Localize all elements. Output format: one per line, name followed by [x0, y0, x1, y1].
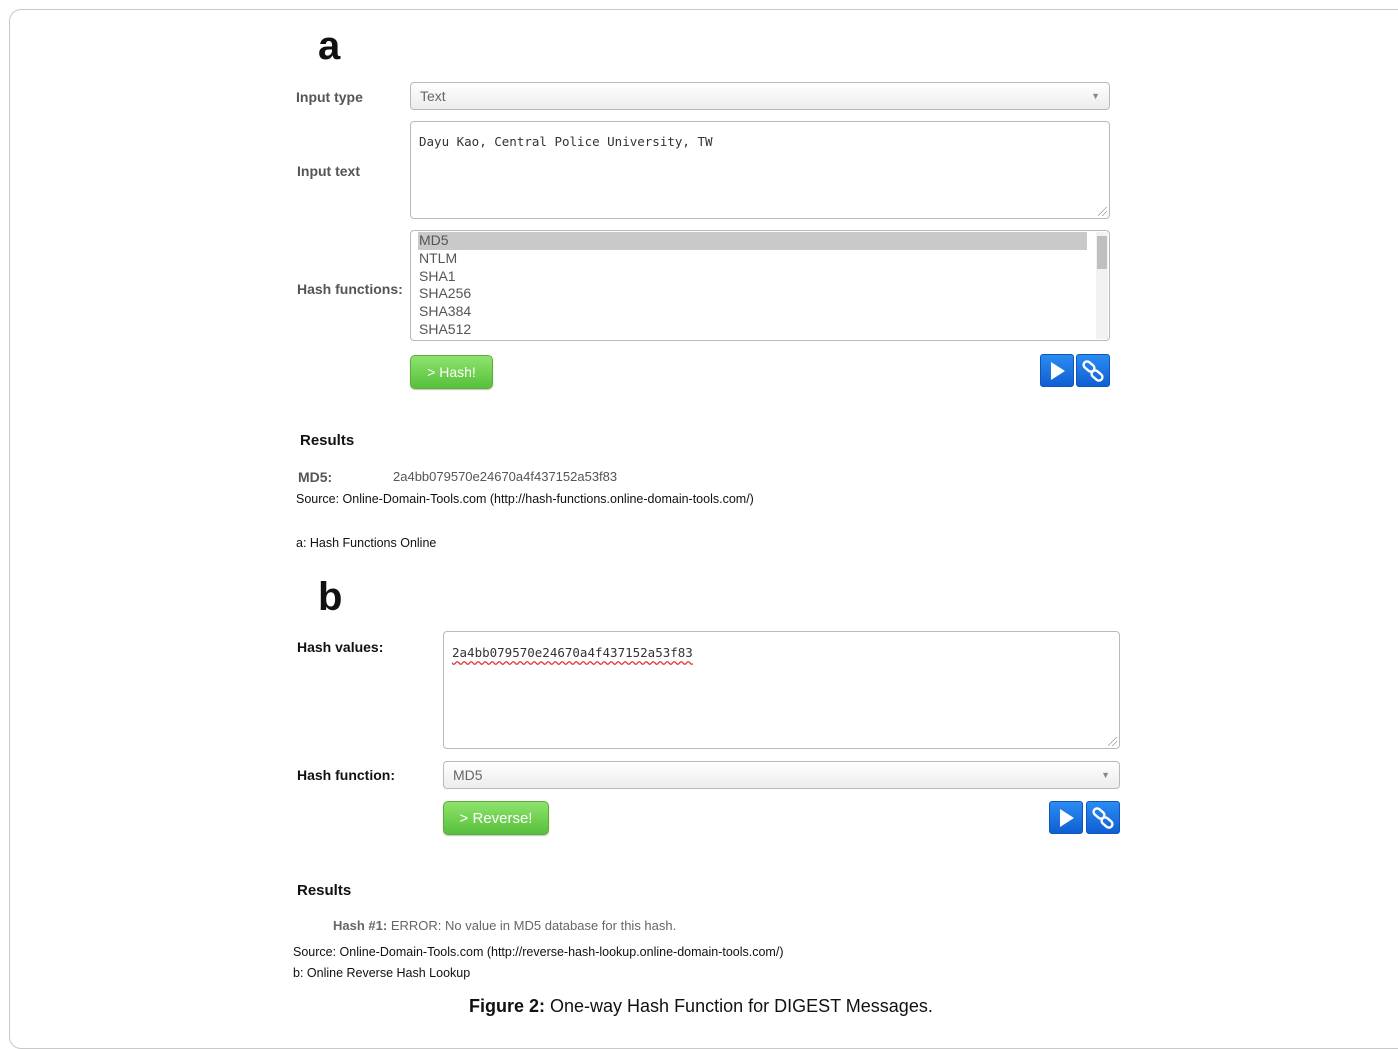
panel-b-letter: b: [318, 575, 343, 619]
hash-option-sha256[interactable]: SHA256: [418, 285, 1087, 303]
chevron-down-icon: ▼: [1101, 770, 1110, 780]
panel-a-letter: a: [318, 24, 341, 68]
caption-a: a: Hash Functions Online: [296, 536, 437, 550]
hash-button[interactable]: > Hash!: [410, 355, 493, 389]
hash-values-field[interactable]: 2a4bb079570e24670a4f437152a53f83: [443, 631, 1120, 749]
reverse-result-value: ERROR: No value in MD5 database for this…: [390, 918, 677, 933]
resize-handle-icon[interactable]: [1108, 737, 1117, 746]
hash-option-sha384[interactable]: SHA384: [418, 303, 1087, 321]
hash-function-label: Hash function:: [297, 767, 395, 783]
results-heading-a: Results: [300, 432, 355, 449]
hash-functions-listbox[interactable]: MD5 NTLM SHA1 SHA256 SHA384 SHA512: [410, 230, 1110, 341]
input-text-label: Input text: [297, 163, 360, 179]
input-type-label: Input type: [296, 89, 363, 105]
play-button-b[interactable]: [1049, 801, 1083, 834]
input-text-value: Dayu Kao, Central Police University, TW: [419, 134, 713, 149]
link-button-a[interactable]: [1076, 354, 1110, 387]
link-icon: [1082, 359, 1104, 382]
link-button-b[interactable]: [1086, 801, 1120, 834]
link-icon: [1092, 806, 1114, 829]
resize-handle-icon[interactable]: [1098, 207, 1107, 216]
reverse-button[interactable]: > Reverse!: [443, 801, 549, 835]
hash-function-select[interactable]: MD5 ▼: [443, 761, 1120, 789]
input-type-value: Text: [420, 88, 446, 104]
listbox-scrollbar[interactable]: [1096, 232, 1108, 339]
play-button-a[interactable]: [1040, 354, 1074, 387]
scrollbar-thumb[interactable]: [1097, 236, 1107, 269]
figure-label: Figure 2:: [469, 996, 546, 1016]
results-heading-b: Results: [297, 882, 352, 899]
figure-text: One-way Hash Function for DIGEST Message…: [545, 996, 933, 1016]
source-a: Source: Online-Domain-Tools.com (http://…: [296, 492, 754, 506]
reverse-result-line: Hash #1: ERROR: No value in MD5 database…: [333, 918, 676, 933]
input-text-field[interactable]: Dayu Kao, Central Police University, TW: [410, 121, 1110, 219]
chevron-down-icon: ▼: [1091, 91, 1100, 101]
reverse-result-label: Hash #1:: [333, 918, 388, 933]
hash-functions-label: Hash functions:: [297, 281, 403, 297]
hash-option-sha512[interactable]: SHA512: [418, 321, 1087, 339]
md5-result-value: 2a4bb079570e24670a4f437152a53f83: [393, 469, 618, 484]
input-type-select[interactable]: Text ▼: [410, 82, 1110, 110]
figure-caption: Figure 2: One-way Hash Function for DIGE…: [469, 996, 933, 1017]
play-icon: [1060, 808, 1074, 827]
hash-option-sha1[interactable]: SHA1: [418, 268, 1087, 286]
play-icon: [1051, 361, 1065, 380]
hash-values-label: Hash values:: [297, 639, 384, 655]
hash-option-md5[interactable]: MD5: [418, 232, 1087, 250]
source-b: Source: Online-Domain-Tools.com (http://…: [293, 945, 784, 959]
hash-values-value: 2a4bb079570e24670a4f437152a53f83: [452, 645, 693, 660]
md5-result-label: MD5:: [298, 469, 333, 485]
hash-option-ntlm[interactable]: NTLM: [418, 250, 1087, 268]
hash-function-value: MD5: [453, 767, 483, 783]
caption-b: b: Online Reverse Hash Lookup: [293, 966, 471, 980]
